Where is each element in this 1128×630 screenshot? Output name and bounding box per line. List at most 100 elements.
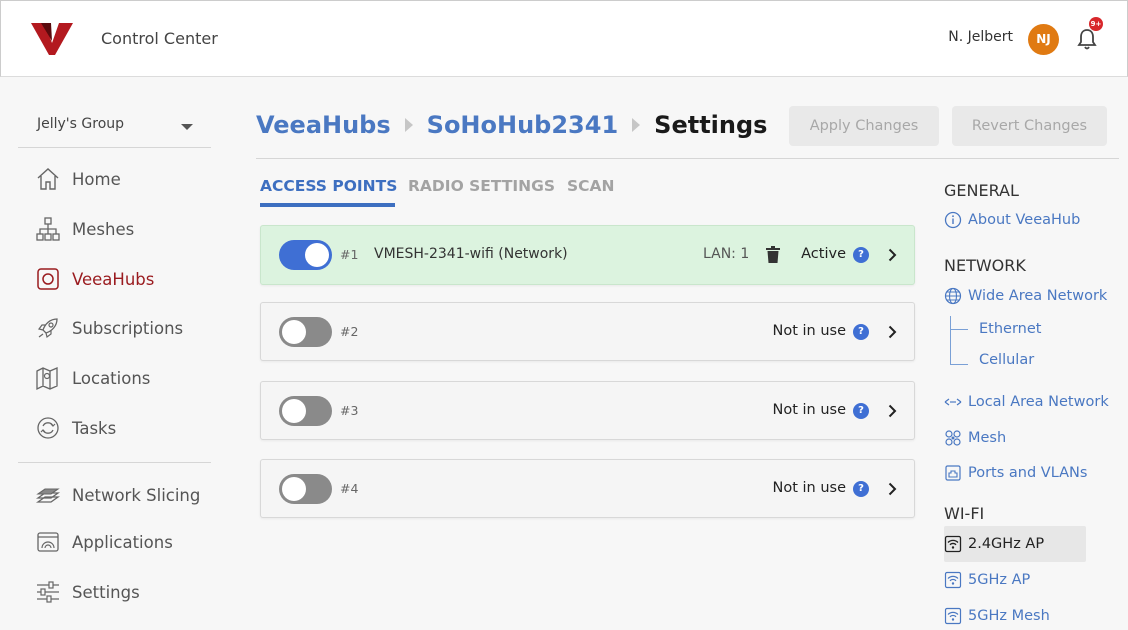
wifi-icon [944,571,962,589]
veea-logo[interactable] [31,21,73,57]
access-point-row-1[interactable]: #1 VMESH-2341-wifi (Network) LAN: 1 Acti… [260,225,915,285]
sidebar-item-settings[interactable]: Settings [35,577,215,607]
sidebar-item-home[interactable]: Home [35,164,215,194]
help-icon[interactable]: ? [853,403,869,419]
access-point-row-4[interactable]: #4 Not in use ? [260,459,915,518]
help-icon[interactable]: ? [853,324,869,340]
sidebar-item-locations[interactable]: Locations [35,363,215,393]
tree-connector [950,329,968,330]
tab-access-points[interactable]: ACCESS POINTS [260,177,397,195]
nav-2-4ghz-ap[interactable]: 2.4GHz AP [944,533,1044,555]
access-point-row-3[interactable]: #3 Not in use ? [260,381,915,440]
tab-scan[interactable]: SCAN [567,177,615,195]
sidebar-item-subscriptions[interactable]: Subscriptions [35,313,215,343]
help-icon[interactable]: ? [853,247,869,263]
nav-mesh[interactable]: Mesh [944,427,1006,449]
nav-label: 5GHz AP [968,572,1031,588]
section-heading-network: NETWORK [944,256,1026,275]
nav-local-area-network[interactable]: Local Area Network [944,391,1109,413]
nav-label: Local Area Network [968,394,1109,410]
nav-5ghz-mesh[interactable]: 5GHz Mesh [944,605,1050,627]
nav-about-veeahub[interactable]: About VeeaHub [944,209,1080,231]
nav-ethernet[interactable]: Ethernet [979,321,1041,337]
ap-number: #1 [340,247,359,262]
sidebar-item-applications[interactable]: Applications [35,527,215,557]
tree-connector [950,364,968,365]
nav-label: Ports and VLANs [968,465,1088,481]
veeahub-icon [37,268,59,290]
sidebar-item-label: Locations [72,368,151,388]
mesh-tree-icon [36,217,60,241]
ap-name: VMESH-2341-wifi (Network) [374,246,568,262]
applications-icon [37,532,59,552]
nav-label: About VeeaHub [968,212,1081,228]
mesh-icon [945,430,961,446]
apply-changes-button[interactable]: Apply Changes [789,106,939,146]
map-icon [36,367,58,391]
ap-enable-toggle[interactable] [279,317,332,347]
sidebar-item-label: Applications [72,532,173,552]
nav-cellular[interactable]: Cellular [979,352,1034,368]
section-heading-general: GENERAL [944,181,1019,200]
ports-icon [945,465,961,481]
notification-badge: 9+ [1089,17,1103,31]
info-icon [944,211,962,229]
nav-wide-area-network[interactable]: Wide Area Network [944,285,1107,307]
ap-enable-toggle[interactable] [279,474,332,504]
header-divider [256,158,1119,159]
ap-number: #4 [340,481,359,496]
toggle-knob [282,477,306,501]
sidebar-divider [18,462,211,463]
lan-arrows-icon [944,398,962,406]
refresh-icon [37,417,59,439]
access-point-row-2[interactable]: #2 Not in use ? [260,302,915,361]
chevron-right-icon[interactable] [888,482,897,496]
chevron-right-icon[interactable] [888,404,897,418]
wifi-icon [944,535,962,553]
nav-ports-and-vlans[interactable]: Ports and VLANs [944,462,1087,484]
active-tab-indicator [260,203,395,207]
chevron-down-icon[interactable] [181,124,193,130]
trash-icon[interactable] [766,246,780,263]
ap-number: #2 [340,324,359,339]
nav-label: 2.4GHz AP [968,536,1045,552]
sidebar-item-network-slicing[interactable]: Network Slicing [35,480,220,510]
revert-changes-button[interactable]: Revert Changes [952,106,1107,146]
chevron-right-icon[interactable] [888,248,897,262]
user-name[interactable]: N. Jelbert [948,29,1013,45]
layers-icon [35,488,61,503]
nav-label: 5GHz Mesh [968,608,1050,624]
section-heading-wifi: WI-FI [944,504,985,523]
page-title: Settings [654,111,768,139]
globe-icon [944,287,962,305]
sidebar-item-label: Settings [72,582,140,602]
sidebar-item-tasks[interactable]: Tasks [35,413,215,443]
ap-enable-toggle[interactable] [279,240,332,270]
rocket-icon [37,318,58,339]
ap-enable-toggle[interactable] [279,396,332,426]
ap-lan: LAN: 1 [703,246,750,262]
tree-connector [950,316,951,364]
breadcrumb-separator-icon [404,118,413,132]
top-header: Control Center N. Jelbert NJ 9+ [0,0,1128,77]
sidebar-item-label: VeeaHubs [72,269,155,289]
sidebar-item-label: Subscriptions [72,318,184,338]
breadcrumb-veeahubs[interactable]: VeeaHubs [256,111,391,139]
chevron-right-icon[interactable] [888,325,897,339]
tab-radio-settings[interactable]: RADIO SETTINGS [408,177,555,195]
avatar[interactable]: NJ [1028,24,1059,55]
sidebar-item-label: Tasks [72,418,117,438]
breadcrumb: VeeaHubs SoHoHub2341 Settings [256,108,767,142]
group-selector[interactable]: Jelly's Group [37,116,197,136]
ap-status: Not in use [772,480,846,496]
breadcrumb-separator-icon [632,118,641,132]
breadcrumb-hub[interactable]: SoHoHub2341 [427,111,619,139]
ap-status: Not in use [772,323,846,339]
nav-5ghz-ap[interactable]: 5GHz AP [944,569,1030,591]
sidebar-item-meshes[interactable]: Meshes [35,214,215,244]
app-title: Control Center [101,29,218,48]
help-icon[interactable]: ? [853,481,869,497]
sidebar-item-veeahubs[interactable]: VeeaHubs [35,264,215,294]
sliders-icon [37,581,59,603]
sidebar-divider [18,147,211,148]
